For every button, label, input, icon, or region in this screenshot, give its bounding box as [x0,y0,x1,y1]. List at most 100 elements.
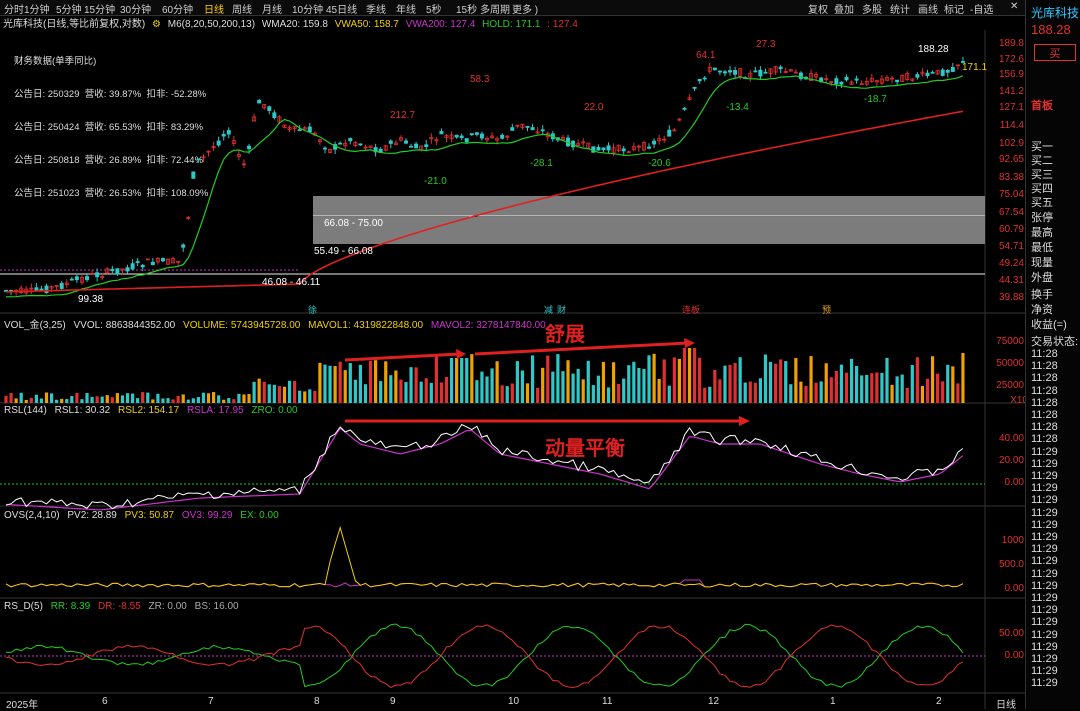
tick-time: 11:29 [1031,579,1058,592]
volume-bar [784,361,788,403]
volume-bar [146,392,150,403]
rsl-avg-line [5,427,964,511]
candle-body [181,244,186,248]
volume-bar [647,355,651,403]
price-axis-label: 127.1 [998,102,1024,113]
volume-bar [480,371,484,403]
volume-bar [252,381,256,403]
candle-body [388,140,393,144]
event-tag[interactable]: 连板 [682,303,700,316]
tab-first-board[interactable]: 首板 [1031,97,1053,113]
rsd-header: RS_D(5) RR: 8.39 DR: -8.55 ZR: 0.00 BS: … [4,601,244,612]
candle-body [221,134,226,137]
volume-bar [394,370,398,403]
x-axis-label: 7 [208,696,214,707]
volume-bar [510,383,514,403]
candle-body [439,131,444,135]
event-tag[interactable]: 减 [544,303,553,316]
event-tag[interactable]: 预 [822,303,831,316]
candle-body [226,130,231,135]
volume-bar [328,365,332,403]
volume-bar [313,390,317,403]
price-axis-label: 67.54 [998,207,1024,218]
trough-label: -28.1 [530,158,553,169]
x-axis-label: 11 [602,696,613,707]
x-axis-label: 8 [314,696,320,707]
volume-bar [60,398,64,403]
volume-bar [404,382,408,403]
event-tag[interactable]: 财 [557,303,566,316]
volume-bar [277,386,282,403]
dr: DR: -8.55 [97,601,141,612]
zone-label: 46.08 - 46.11 [262,277,321,288]
candle-body [717,70,722,73]
rsd-axis-label: 0.00 [1004,650,1024,661]
tick-time: 11:28 [1031,360,1058,373]
volume-bar [936,373,940,403]
candle-body [95,272,100,278]
rsl-title: RSL(144) [4,405,47,416]
event-tag[interactable]: 徐 [308,303,317,316]
peak-label: 22.0 [584,102,604,113]
volume-bar [834,370,838,403]
candle-body [307,126,312,133]
candle-body [414,143,419,149]
volume-bar [505,386,509,403]
mavol2: MAVOL2: 3278147840.00 [430,320,546,331]
volume-bar [774,363,778,403]
quote-panel: 光库科技 188.28 买 首板 买一 买二 买三 买四 买五 张停 最高 最低 现量 外盘 换手净… [1025,0,1080,709]
candle-body [59,282,64,289]
vol-axis-label: 50000 [996,358,1024,369]
volume-bar [110,397,114,403]
volume-bar [4,395,8,403]
volume-bar [723,365,727,403]
candle-body [682,107,687,110]
rsl1: RSL1: 30.32 [54,405,111,416]
volume-bar [465,358,469,403]
price-axis-label: 60.79 [998,224,1024,235]
zone-lower [313,217,985,244]
volume-bar [80,399,84,403]
volume-bars [4,348,965,403]
tick-time: 11:29 [1031,543,1058,556]
quote-stat: 最低 [1031,242,1053,254]
volume-bar [308,389,312,403]
tick-time: 11:29 [1031,640,1058,653]
mavol1: MAVOL1: 4319822848.00 [308,320,424,331]
candle-body [196,158,201,161]
volume-bar [49,393,54,403]
ex: EX: 0.00 [240,510,279,521]
volume-bar [34,394,38,403]
buy-button[interactable]: 买 [1034,44,1076,61]
volume-bar [257,378,261,403]
volume-bar [632,361,636,403]
volume-bar [485,376,489,403]
candle-body [469,133,474,136]
hold-line [5,75,964,298]
volume-bar [399,379,403,403]
candle-body [834,78,839,85]
volume-bar [606,387,611,403]
volume-bar [627,365,631,403]
trade-status: 交易状态: [1031,336,1079,348]
price-axis-label: 114.4 [999,120,1024,131]
trough-label: -21.0 [424,176,447,187]
volume-bar [460,358,464,403]
candle-body [135,261,140,263]
volume-bar [880,372,884,403]
volume-bar [429,382,433,403]
candle-body [692,86,697,89]
candle-body [540,129,545,132]
x-axis-label: 9 [390,696,396,707]
volume: VOLUME: 5743945728.00 [183,320,301,331]
vol-axis-label: 25000 [996,380,1024,391]
price-axis-label: 44.31 [998,275,1024,286]
candle-body [160,258,165,262]
price-axis-label: 75.04 [998,189,1024,200]
volume-bar [439,382,444,403]
high-label: 188.28 [918,44,949,55]
candle-body [510,127,515,131]
candle-body [925,72,930,76]
price-axis-label: 141.2 [998,86,1024,97]
volume-bar [475,380,479,403]
